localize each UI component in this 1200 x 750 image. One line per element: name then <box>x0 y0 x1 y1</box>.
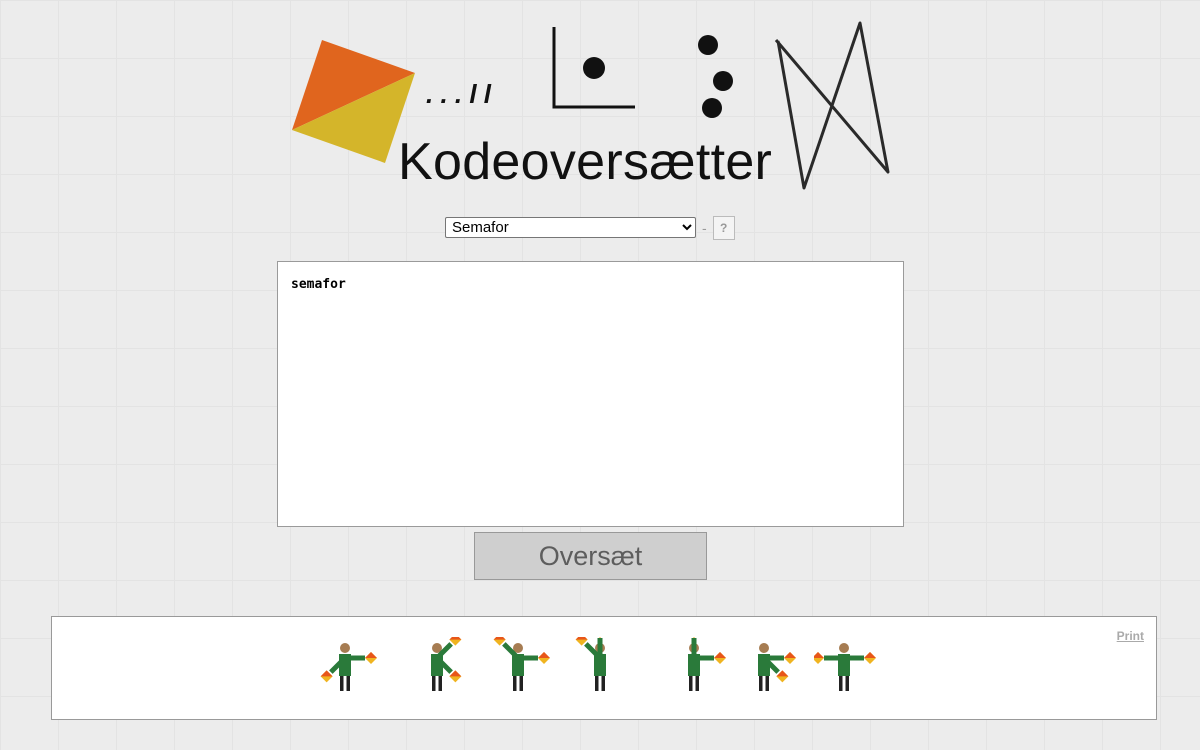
semaphore-figure-m <box>493 637 550 691</box>
semaphore-figure-o <box>758 643 796 691</box>
semaphore-figure-f <box>688 637 726 691</box>
morse-icon: . . . l l <box>426 79 492 109</box>
zigzag-icon <box>774 21 890 190</box>
separator: - <box>702 219 707 236</box>
semaphore-figure-a <box>575 637 606 691</box>
flag-icon <box>292 40 415 163</box>
code-type-select[interactable]: Semafor <box>445 217 696 238</box>
help-button[interactable]: ? <box>712 215 735 240</box>
semaphore-figure-r <box>814 643 876 691</box>
semaphore-figure-e <box>431 637 462 691</box>
print-link[interactable]: Print <box>1117 629 1144 643</box>
output-panel: Print <box>51 616 1157 720</box>
semaphore-figure-s <box>320 643 377 691</box>
translate-button[interactable]: Oversæt <box>474 532 707 580</box>
page-title: Kodeoversætter <box>398 133 773 191</box>
braille-icon <box>698 35 733 118</box>
text-input[interactable]: semafor <box>277 261 904 527</box>
code-selector-row: Semafor - ? <box>445 215 735 240</box>
pigpen-icon <box>552 27 635 109</box>
